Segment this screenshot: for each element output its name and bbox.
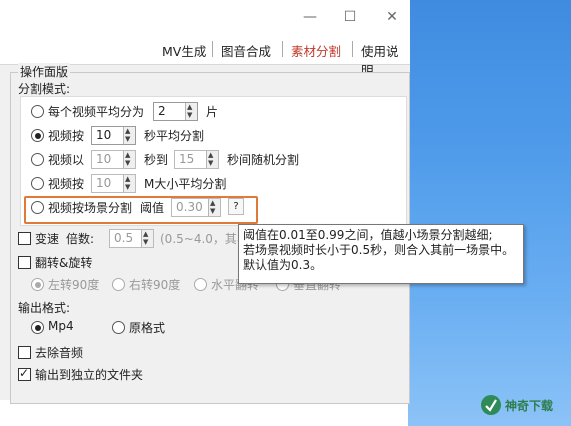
- separate-folder-checkbox[interactable]: [18, 366, 31, 381]
- remove-audio-label: 去除音频: [35, 346, 84, 360]
- tab-image-audio-merge[interactable]: 图音合成: [221, 41, 271, 60]
- split-option-suffix: 片: [206, 105, 219, 119]
- split-radio-equal-pieces[interactable]: [31, 105, 44, 118]
- tooltip-line: 阈值在0.01至0.99之间，值越小场景分割越细;: [243, 228, 493, 242]
- size-stepper[interactable]: 10 ▲ ▼: [91, 174, 136, 193]
- split-option-suffix: 秒间随机分割: [227, 153, 300, 167]
- output-mp4-radio[interactable]: [31, 321, 44, 334]
- split-option-label: 视频按: [48, 129, 85, 143]
- split-option-suffix: M大小平均分割: [144, 177, 227, 191]
- close-button[interactable]: ✕: [380, 6, 404, 28]
- minimize-button[interactable]: —: [298, 6, 322, 28]
- stepper-up-icon[interactable]: ▲: [208, 152, 213, 159]
- stepper-down-icon[interactable]: ▼: [125, 184, 130, 191]
- stepper-value: 2: [158, 104, 166, 118]
- watermark-text: 神奇下载: [505, 399, 554, 413]
- min-seconds-stepper[interactable]: 10 ▲ ▼: [91, 150, 136, 169]
- split-radio-seconds-even[interactable]: [31, 129, 44, 142]
- output-original-label: 原格式: [129, 321, 166, 335]
- rotate-right-label: 右转90度: [129, 278, 181, 292]
- split-option-suffix: 秒平均分割: [144, 129, 205, 143]
- stepper-down-icon[interactable]: ▼: [208, 160, 213, 167]
- stepper-up-icon[interactable]: ▲: [125, 176, 130, 183]
- speed-label: 变速: [35, 232, 60, 246]
- watermark-icon: [481, 395, 501, 415]
- split-radio-size[interactable]: [31, 177, 44, 190]
- remove-audio-checkbox[interactable]: [18, 346, 31, 359]
- separate-folder-label: 输出到独立的文件夹: [35, 368, 144, 382]
- split-option-label: 每个视频平均分为: [48, 105, 145, 119]
- stepper-up-icon[interactable]: ▲: [187, 104, 192, 111]
- panel-title: 操作面版: [18, 63, 71, 80]
- tooltip-line: 若场景视频时长小于0.5秒，则合入其前一场景中。: [243, 243, 515, 257]
- output-mp4-label: Mp4: [48, 319, 74, 333]
- tab-divider: [212, 41, 213, 57]
- desktop-background: [408, 0, 571, 426]
- speed-range-hint: (0.5~4.0，其实: [160, 232, 249, 246]
- stepper-value: 10: [96, 152, 112, 166]
- split-option-label: 视频按: [48, 177, 85, 191]
- stepper-up-icon[interactable]: ▲: [125, 128, 130, 135]
- stepper-down-icon[interactable]: ▼: [125, 160, 130, 167]
- stepper-up-icon[interactable]: ▲: [143, 231, 148, 238]
- stepper-value: 15: [179, 152, 195, 166]
- flip-rotate-label: 翻转&旋转: [35, 256, 93, 270]
- split-option-mid: 秒到: [144, 153, 169, 167]
- stepper-value: 10: [96, 128, 112, 142]
- split-radio-random-range[interactable]: [31, 153, 44, 166]
- highlight-frame: [24, 196, 258, 224]
- tab-material-split[interactable]: 素材分割: [291, 41, 341, 60]
- tab-mv-generate[interactable]: MV生成: [162, 41, 206, 60]
- stepper-value: 0.5: [114, 231, 134, 245]
- speed-stepper[interactable]: 0.5 ▲ ▼: [109, 229, 154, 248]
- watermark-logo: 神奇下载: [480, 392, 560, 418]
- threshold-tooltip: 阈值在0.01至0.99之间，值越小场景分割越细; 若场景视频时长小于0.5秒，…: [238, 224, 524, 284]
- flip-rotate-checkbox[interactable]: [18, 256, 31, 269]
- pieces-stepper[interactable]: 2 ▲ ▼: [153, 102, 198, 121]
- max-seconds-stepper[interactable]: 15 ▲ ▼: [174, 150, 219, 169]
- title-bar: — ☐ ✕: [0, 0, 410, 34]
- stepper-up-icon[interactable]: ▲: [125, 152, 130, 159]
- tooltip-line: 默认值为0.3。: [243, 258, 323, 272]
- stepper-down-icon[interactable]: ▼: [143, 239, 148, 246]
- tab-divider: [352, 41, 353, 57]
- flip-horizontal-radio[interactable]: [194, 278, 207, 291]
- rotate-left-label: 左转90度: [48, 278, 100, 292]
- split-mode-label: 分割模式:: [18, 82, 71, 96]
- tab-divider: [282, 41, 283, 57]
- stepper-down-icon[interactable]: ▼: [187, 112, 192, 119]
- output-original-radio[interactable]: [112, 321, 125, 334]
- split-option-label: 视频以: [48, 153, 85, 167]
- rotate-left-radio[interactable]: [31, 278, 44, 291]
- stepper-value: 10: [96, 176, 112, 190]
- output-format-label: 输出格式:: [18, 301, 71, 315]
- multiplier-label: 倍数:: [66, 232, 95, 246]
- rotate-right-radio[interactable]: [112, 278, 125, 291]
- seconds-stepper[interactable]: 10 ▲ ▼: [91, 126, 136, 145]
- speed-checkbox[interactable]: [18, 232, 31, 245]
- stepper-down-icon[interactable]: ▼: [125, 136, 130, 143]
- app-window: — ☐ ✕ MV生成 图音合成 素材分割 使用说明 操作面版 分割模式: 每个视…: [0, 0, 410, 404]
- maximize-button[interactable]: ☐: [338, 6, 362, 28]
